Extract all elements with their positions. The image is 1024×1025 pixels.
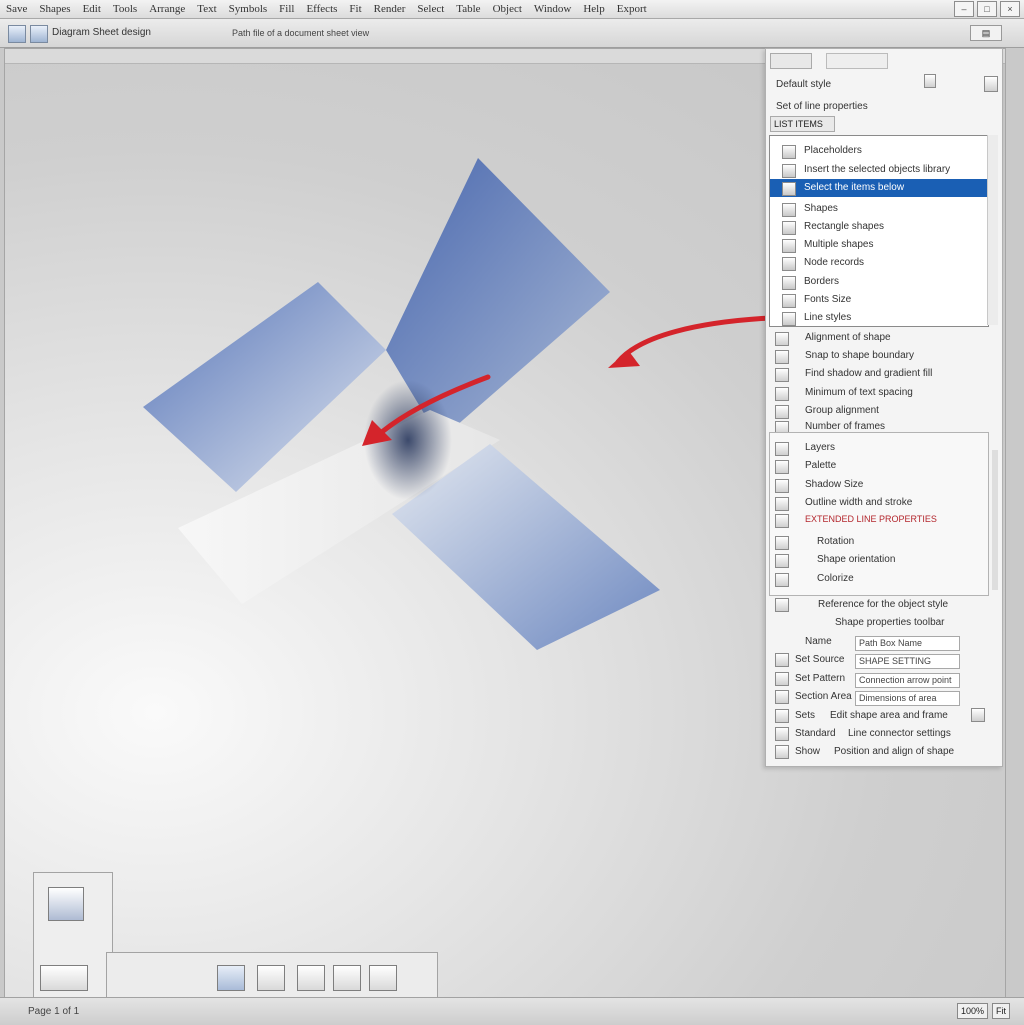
layer-item[interactable]: Outline width and stroke	[805, 497, 912, 508]
panel-tab[interactable]	[770, 53, 812, 69]
layer-icon	[775, 536, 789, 550]
name-field[interactable]: Path Box Name	[855, 636, 960, 651]
list-item[interactable]: Shapes	[770, 200, 988, 218]
shape-icon	[782, 221, 796, 235]
panel-top-item[interactable]: Set of line properties	[776, 101, 868, 112]
shape-icon	[782, 294, 796, 308]
dropdown-scrollbar[interactable]	[987, 135, 998, 325]
navigator-panel	[33, 872, 113, 998]
layer-icon	[775, 442, 789, 456]
layer-item[interactable]: Layers	[805, 442, 835, 453]
shape-icon	[782, 239, 796, 253]
layer-icon	[775, 460, 789, 474]
layer-icon	[775, 690, 789, 704]
layer-item[interactable]: Shape orientation	[817, 554, 895, 565]
field-label: Name	[805, 636, 832, 647]
panel-tab-secondary[interactable]	[826, 53, 888, 69]
list-item[interactable]: Line styles	[770, 309, 988, 327]
list-item[interactable]: Placeholders	[770, 142, 988, 160]
layers-scrollbar[interactable]	[992, 450, 998, 590]
panel-option-icon[interactable]	[924, 74, 936, 88]
layer-item[interactable]: Palette	[805, 460, 836, 471]
layer-icon	[775, 405, 789, 419]
panel-top-item[interactable]: Default style	[776, 79, 831, 90]
field-label: Show	[795, 746, 821, 757]
layer-icon	[775, 653, 789, 667]
panel-item[interactable]: Minimum of text spacing	[805, 387, 913, 398]
field-value[interactable]: Edit shape area and frame	[830, 710, 948, 721]
list-subheader: LIST ITEMS	[770, 116, 835, 132]
thumbnail-strip	[106, 952, 438, 998]
list-item[interactable]: Fonts Size	[770, 291, 988, 309]
list-item-selected[interactable]: Select the items below	[770, 179, 988, 197]
panel-item[interactable]: Snap to shape boundary	[805, 350, 914, 361]
shape-icon	[782, 145, 796, 159]
layer-icon	[775, 332, 789, 346]
status-controls: 100% Fit	[956, 1003, 1010, 1019]
field-label: Section Area	[795, 691, 852, 702]
field-label: Sets	[795, 710, 816, 721]
layer-item[interactable]: Rotation	[817, 536, 854, 547]
shape-icon	[782, 276, 796, 290]
panel-item[interactable]: Group alignment	[805, 405, 879, 416]
zoom-level[interactable]: 100%	[956, 1003, 988, 1019]
thumbnail-item[interactable]	[369, 965, 397, 991]
list-item[interactable]: Multiple shapes	[770, 236, 988, 254]
panel-item[interactable]: Shape properties toolbar	[835, 617, 945, 628]
panel-settings-icon[interactable]	[984, 76, 998, 92]
layer-icon	[775, 479, 789, 493]
status-page-info: Page 1 of 1	[28, 1006, 80, 1017]
shape-icon	[782, 164, 796, 178]
field-label: Set Pattern	[795, 673, 846, 684]
thumbnail-item[interactable]	[333, 965, 361, 991]
layer-icon	[775, 598, 789, 612]
panel-item[interactable]: Number of frames	[805, 421, 885, 432]
layer-item-accent[interactable]: EXTENDED LINE PROPERTIES	[805, 514, 937, 524]
thumbnail-item[interactable]	[217, 965, 245, 991]
thumbnail-item[interactable]	[257, 965, 285, 991]
layer-icon	[775, 672, 789, 686]
fit-button[interactable]: Fit	[992, 1003, 1010, 1019]
thumbnail-item[interactable]	[297, 965, 325, 991]
layer-icon	[775, 387, 789, 401]
red-arrow-panel	[615, 315, 773, 365]
panel-item[interactable]: Reference for the object style	[818, 599, 948, 610]
layer-icon	[775, 727, 789, 741]
layer-icon	[775, 497, 789, 511]
layer-item[interactable]: Colorize	[817, 573, 854, 584]
list-item[interactable]: Rectangle shapes	[770, 218, 988, 236]
field-label: Standard	[795, 728, 836, 739]
layer-icon	[775, 745, 789, 759]
layer-item[interactable]: Shadow Size	[805, 479, 863, 490]
field-options-icon[interactable]	[971, 708, 985, 722]
panel-item[interactable]: Find shadow and gradient fill	[805, 368, 932, 379]
list-item[interactable]: Node records	[770, 254, 988, 272]
shape-icon	[782, 257, 796, 271]
source-field[interactable]: SHAPE SETTING	[855, 654, 960, 669]
layer-icon	[775, 514, 789, 528]
shape-icon	[782, 203, 796, 217]
field-value[interactable]: Position and align of shape	[834, 746, 954, 757]
field-value[interactable]: Line connector settings	[848, 728, 951, 739]
layer-icon	[775, 368, 789, 382]
list-item[interactable]: Borders	[770, 273, 988, 291]
field-label: Set Source	[795, 654, 845, 665]
pattern-field[interactable]: Connection arrow point	[855, 673, 960, 688]
status-bar: Page 1 of 1 100% Fit	[0, 997, 1024, 1025]
layer-icon	[775, 573, 789, 587]
layer-icon	[775, 709, 789, 723]
area-field[interactable]: Dimensions of area	[855, 691, 960, 706]
list-item[interactable]: Insert the selected objects library	[770, 161, 988, 179]
shape-icon	[782, 182, 796, 196]
dropdown-list[interactable]: Placeholders Insert the selected objects…	[769, 135, 989, 327]
page-thumbnail[interactable]	[40, 965, 88, 991]
layer-icon	[775, 554, 789, 568]
page-thumbnail[interactable]	[48, 887, 84, 921]
panel-item[interactable]: Alignment of shape	[805, 332, 891, 343]
shape-icon	[782, 312, 796, 326]
layer-icon	[775, 350, 789, 364]
